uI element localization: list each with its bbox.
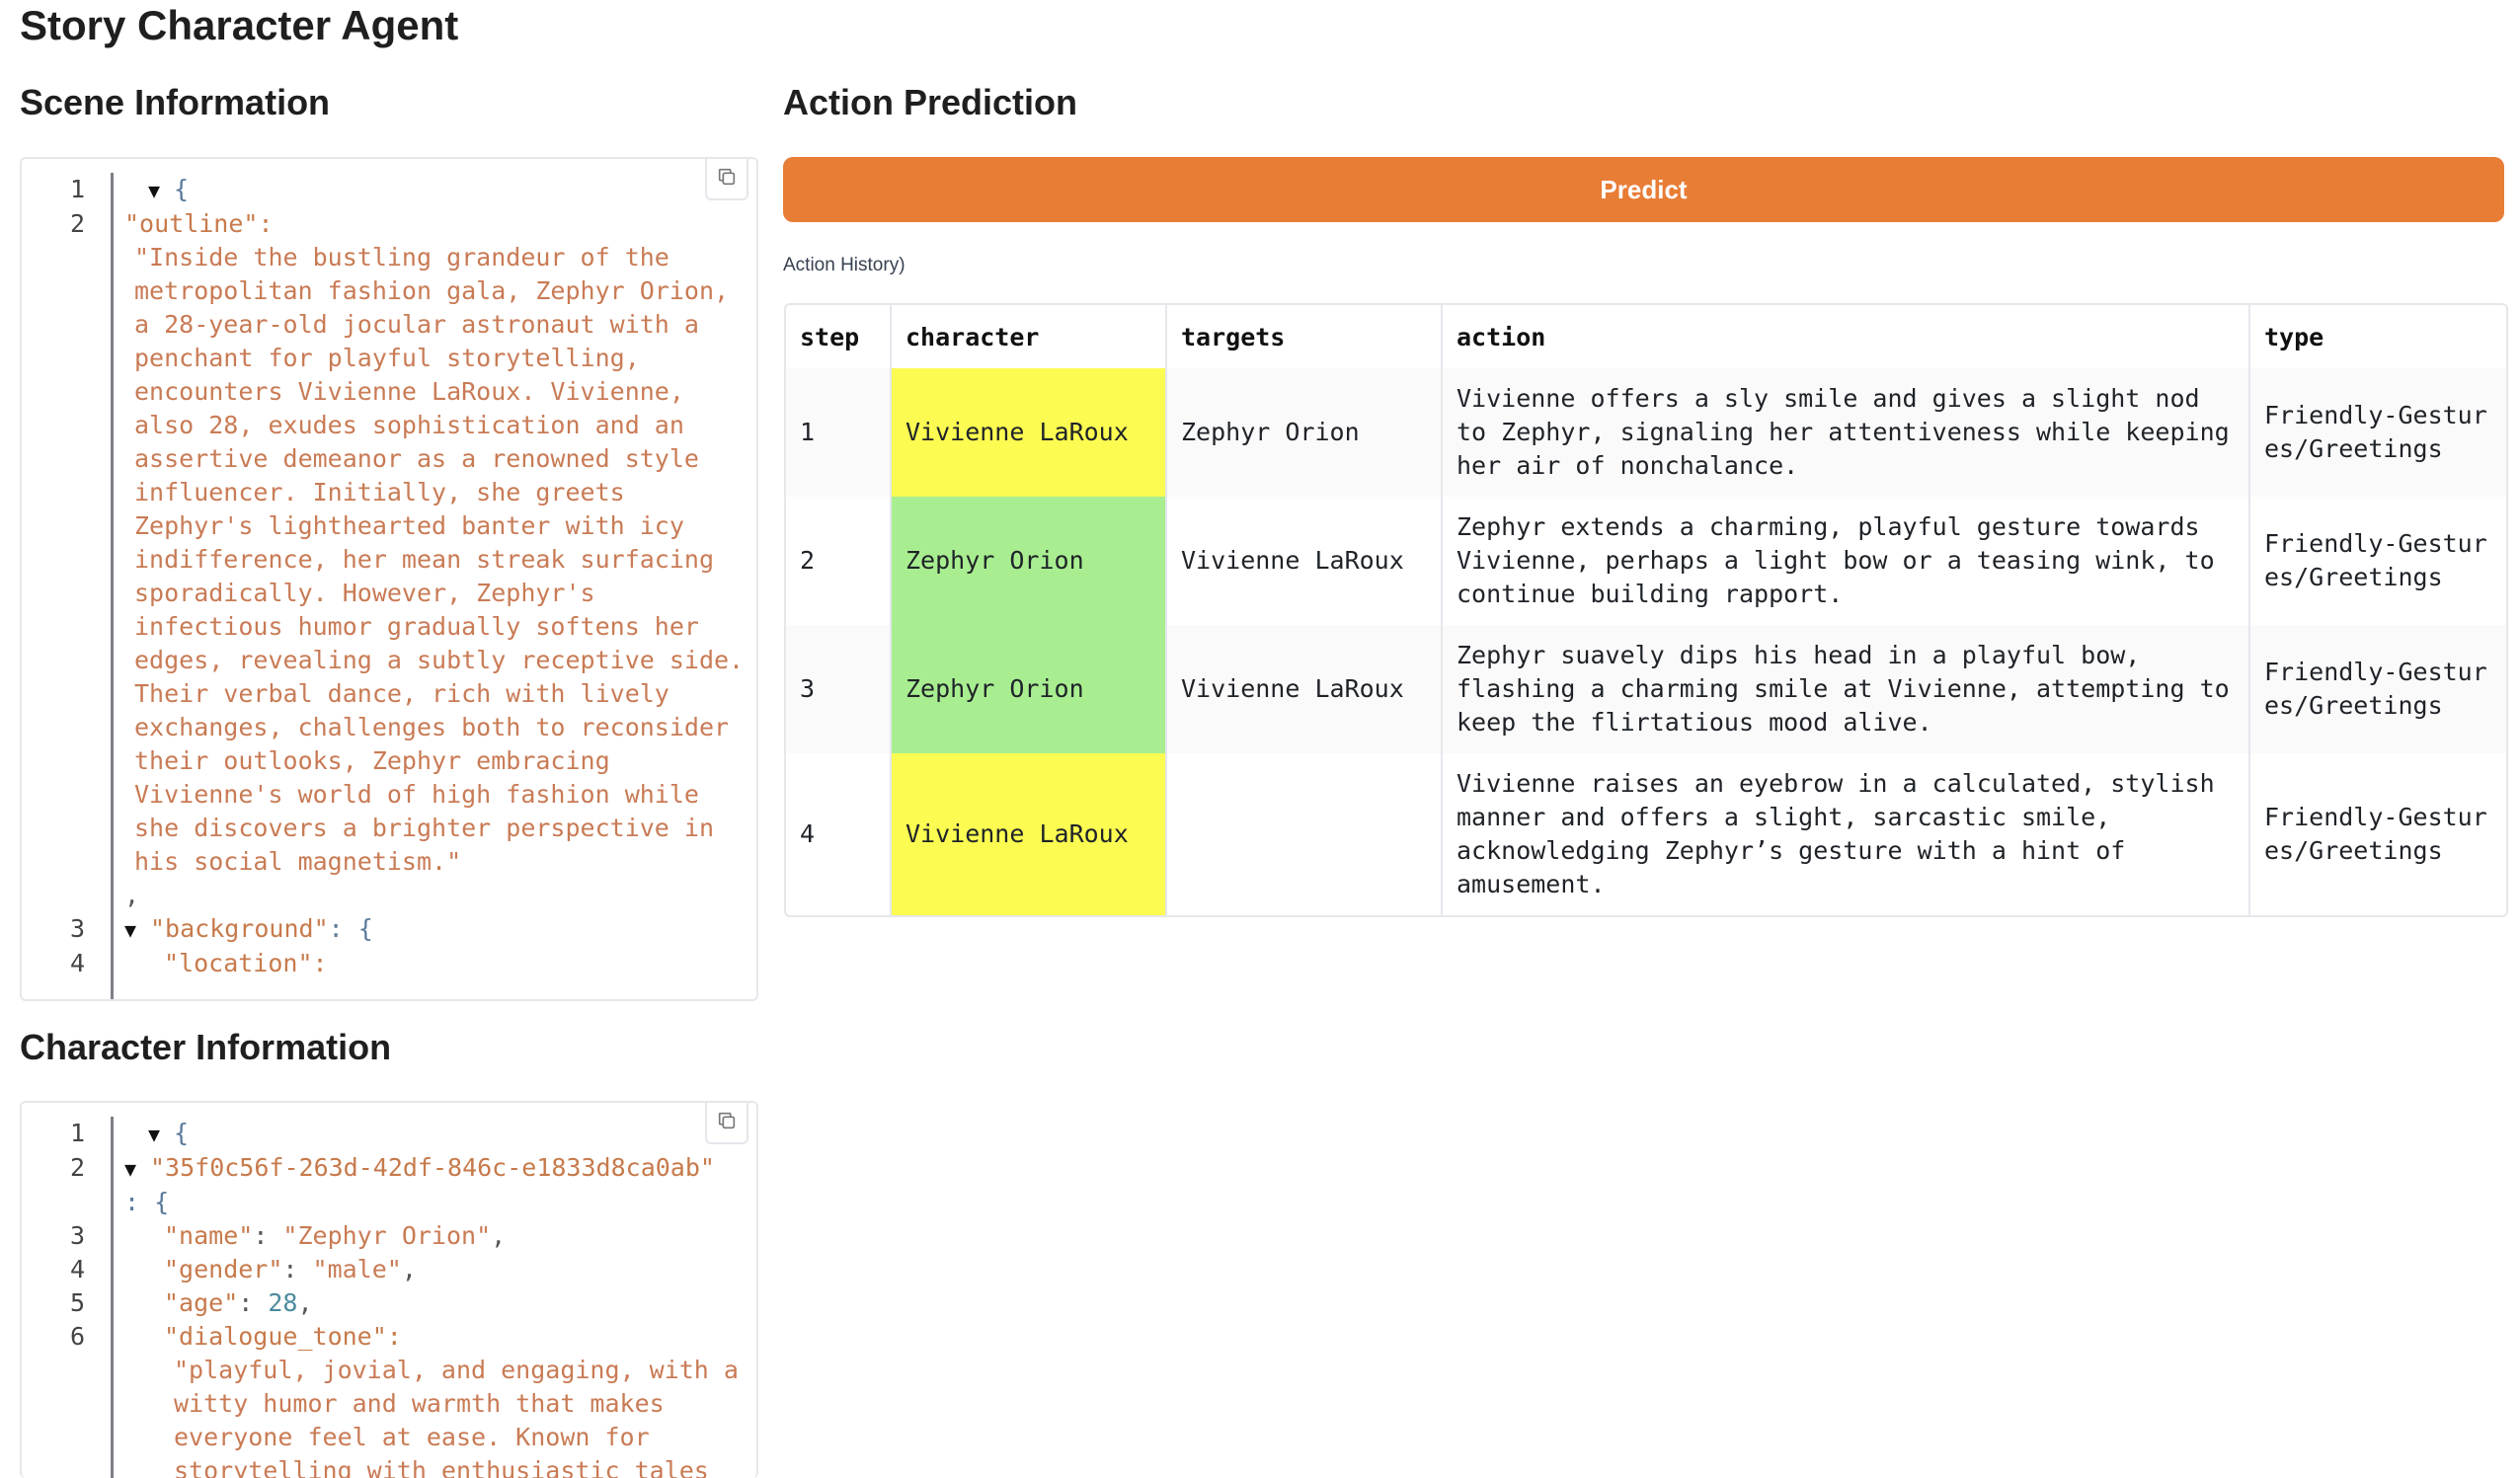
code-line: 1 ▼{ <box>22 1117 756 1151</box>
character-code: 1 ▼{ 2 ▼ "35f0c56f-263d-42df-846c-e1833d8… <box>22 1117 756 1478</box>
action-history-table: step character targets action type 1 Viv… <box>784 303 2508 917</box>
scene-code: 1 ▼{ 2 "outline": "Inside the bustling g… <box>22 173 756 980</box>
scene-json-viewer[interactable]: 1 ▼{ 2 "outline": "Inside the bustling g… <box>20 157 758 1001</box>
code-line: 1 ▼{ <box>22 173 756 207</box>
code-line: 4 "location": <box>69 949 328 977</box>
table-header-row: step character targets action type <box>786 305 2506 368</box>
cell-type: Friendly-Gestures/Greetings <box>2249 368 2506 497</box>
cell-targets: Zephyr Orion <box>1166 368 1443 497</box>
code-line: : { <box>124 1188 170 1216</box>
code-line: 6 "dialogue_tone": <box>69 1322 402 1351</box>
prediction-heading: Action Prediction <box>783 82 1078 122</box>
column-header-character[interactable]: character <box>891 305 1167 368</box>
code-line: 2 "outline": <box>69 209 274 238</box>
outline-value: "Inside the bustling grandeur of the met… <box>134 243 758 876</box>
triangle-down-icon[interactable]: ▼ <box>148 174 174 207</box>
cell-step: 4 <box>786 753 892 915</box>
dialogue-tone-value: "playful, jovial, and engaging, with a w… <box>174 1356 754 1478</box>
cell-targets: Vivienne LaRoux <box>1166 625 1443 753</box>
cell-action: Zephyr extends a charming, playful gestu… <box>1442 497 2250 625</box>
cell-character: Vivienne LaRoux <box>891 753 1167 915</box>
table-row: 4 Vivienne LaRoux Vivienne raises an eye… <box>786 753 2506 915</box>
column-header-type[interactable]: type <box>2249 305 2506 368</box>
action-history-label: Action History) <box>783 255 906 275</box>
column-header-action[interactable]: action <box>1442 305 2250 368</box>
code-line: , <box>124 881 140 909</box>
code-line: 5 "age": 28, <box>69 1288 313 1317</box>
cell-character: Zephyr Orion <box>891 497 1167 625</box>
app-title: Story Character Agent <box>20 2 459 48</box>
cell-character: Vivienne LaRoux <box>891 368 1167 497</box>
cell-type: Friendly-Gestures/Greetings <box>2249 625 2506 753</box>
cell-action: Zephyr suavely dips his head in a playfu… <box>1442 625 2250 753</box>
character-json-viewer[interactable]: 1 ▼{ 2 ▼ "35f0c56f-263d-42df-846c-e1833d8… <box>20 1101 758 1478</box>
cell-targets <box>1166 753 1443 915</box>
table-row: 1 Vivienne LaRoux Zephyr Orion Vivienne … <box>786 368 2506 497</box>
triangle-down-icon[interactable]: ▼ <box>124 1152 150 1186</box>
cell-step: 3 <box>786 625 892 753</box>
cell-type: Friendly-Gestures/Greetings <box>2249 497 2506 625</box>
column-header-targets[interactable]: targets <box>1166 305 1443 368</box>
table-row: 2 Zephyr Orion Vivienne LaRoux Zephyr ex… <box>786 497 2506 625</box>
predict-button[interactable]: Predict <box>783 157 2504 222</box>
code-line: "Inside the bustling grandeur of the met… <box>22 241 756 879</box>
scene-heading: Scene Information <box>20 82 331 122</box>
cell-targets: Vivienne LaRoux <box>1166 497 1443 625</box>
column-header-step[interactable]: step <box>786 305 892 368</box>
cell-character: Zephyr Orion <box>891 625 1167 753</box>
cell-action: Vivienne raises an eyebrow in a calculat… <box>1442 753 2250 915</box>
code-line: 4 "gender": "male", <box>69 1255 417 1284</box>
code-line: 3 ▼ "background": { <box>22 912 756 947</box>
triangle-down-icon[interactable]: ▼ <box>124 913 150 947</box>
code-line: 3 "name": "Zephyr Orion", <box>69 1221 507 1250</box>
code-line: 2 ▼ "35f0c56f-263d-42df-846c-e1833d8ca0ab… <box>22 1151 756 1186</box>
cell-step: 2 <box>786 497 892 625</box>
cell-type: Friendly-Gestures/Greetings <box>2249 753 2506 915</box>
table-row: 3 Zephyr Orion Vivienne LaRoux Zephyr su… <box>786 625 2506 753</box>
triangle-down-icon[interactable]: ▼ <box>148 1118 174 1151</box>
character-heading: Character Information <box>20 1027 392 1067</box>
code-line: "playful, jovial, and engaging, with a w… <box>22 1354 756 1478</box>
cell-action: Vivienne offers a sly smile and gives a … <box>1442 368 2250 497</box>
cell-step: 1 <box>786 368 892 497</box>
